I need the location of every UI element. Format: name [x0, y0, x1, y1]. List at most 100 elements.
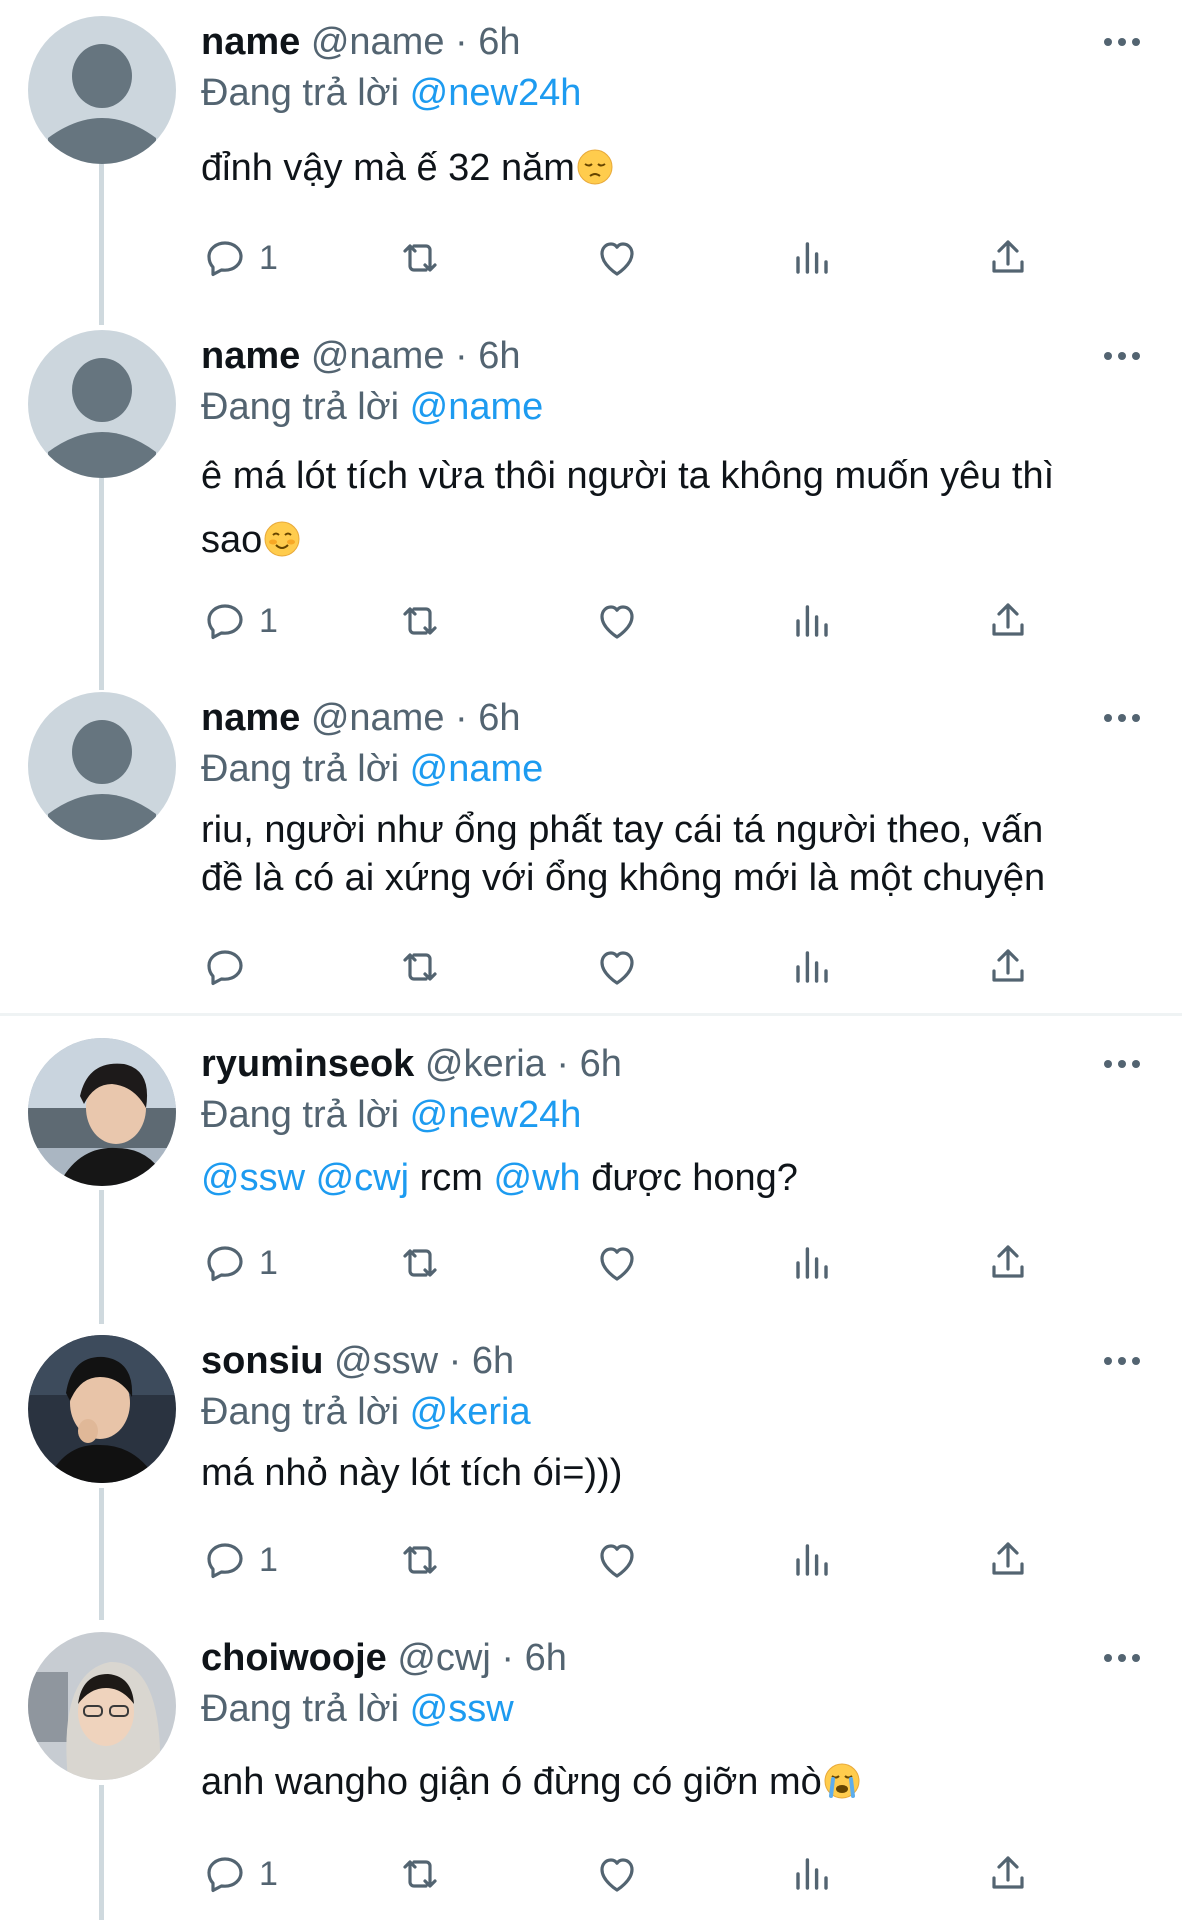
like-button[interactable]	[593, 1233, 641, 1293]
analytics-icon	[796, 1858, 828, 1890]
display-name[interactable]: ryuminseok	[201, 1043, 414, 1085]
tweet-text: @ssw @cwj rcm @wh được hong?	[201, 1157, 798, 1199]
reply-icon	[207, 950, 243, 985]
default-avatar[interactable]	[28, 692, 176, 840]
smiling-face-emoji	[263, 514, 301, 557]
share-icon	[992, 603, 1024, 636]
reply-button[interactable]: 1	[201, 1233, 278, 1293]
heart-icon	[600, 1247, 634, 1281]
reply-icon	[207, 1246, 243, 1281]
retweet-button[interactable]	[396, 1530, 444, 1590]
display-name[interactable]: name	[201, 21, 300, 63]
heart-icon	[600, 1544, 634, 1578]
replying-to: Đang trả lời @name	[201, 748, 544, 790]
reply-button[interactable]: 1	[201, 228, 278, 288]
reply-button[interactable]	[201, 937, 259, 997]
reply-button[interactable]: 1	[201, 1844, 278, 1904]
mention-link[interactable]: @name	[410, 386, 544, 428]
retweet-icon	[403, 607, 437, 635]
retweet-button[interactable]	[396, 1233, 444, 1293]
views-button[interactable]	[788, 591, 836, 651]
retweet-button[interactable]	[396, 591, 444, 651]
thread-line	[99, 163, 104, 325]
like-button[interactable]	[593, 1844, 641, 1904]
heart-icon	[600, 605, 634, 639]
views-button[interactable]	[788, 1844, 836, 1904]
default-avatar[interactable]	[28, 330, 176, 478]
more-options-icon[interactable]	[1102, 692, 1142, 744]
views-button[interactable]	[788, 228, 836, 288]
mention-link[interactable]: @ssw	[201, 1157, 305, 1199]
replying-to: Đang trả lời @new24h	[201, 72, 582, 114]
handle-and-time: @name · 6h	[310, 697, 521, 739]
views-button[interactable]	[788, 937, 836, 997]
tweet-header: name @name · 6h	[201, 16, 1142, 68]
display-name[interactable]: sonsiu	[201, 1340, 323, 1382]
tweet-actions	[201, 937, 1061, 997]
share-button[interactable]	[984, 591, 1032, 651]
handle-and-time: @ssw · 6h	[334, 1340, 515, 1382]
user-avatar-photo[interactable]	[28, 1632, 176, 1780]
share-button[interactable]	[984, 1233, 1032, 1293]
heart-icon	[600, 1858, 634, 1892]
tweet-actions: 1	[201, 591, 1061, 651]
retweet-icon	[403, 1860, 437, 1888]
thread-line	[99, 1785, 104, 1920]
tweet-header: name @name · 6h	[201, 330, 1142, 382]
user-avatar-photo[interactable]	[28, 1335, 176, 1483]
heart-icon	[600, 951, 634, 985]
tweet-text: má nhỏ này lót tích ói=)))	[201, 1452, 623, 1494]
reply-thread: name @name · 6h Đang trả lời @new24h đỉn…	[0, 0, 1182, 1920]
like-button[interactable]	[593, 591, 641, 651]
retweet-button[interactable]	[396, 937, 444, 997]
reply-button[interactable]: 1	[201, 1530, 278, 1590]
more-options-icon[interactable]	[1102, 1335, 1142, 1387]
more-options-icon[interactable]	[1102, 1632, 1142, 1684]
handle-and-time: @keria · 6h	[424, 1043, 622, 1085]
like-button[interactable]	[593, 937, 641, 997]
thread-line	[99, 1488, 104, 1620]
display-name[interactable]: name	[201, 335, 300, 377]
like-button[interactable]	[593, 1530, 641, 1590]
mention-link[interactable]: @new24h	[410, 72, 582, 114]
more-options-icon[interactable]	[1102, 1038, 1142, 1090]
analytics-icon	[796, 242, 828, 274]
mention-link[interactable]: @name	[410, 748, 544, 790]
display-name[interactable]: choiwooje	[201, 1637, 387, 1679]
retweet-button[interactable]	[396, 1844, 444, 1904]
replying-to: Đang trả lời @name	[201, 386, 544, 428]
more-options-icon[interactable]	[1102, 330, 1142, 382]
like-button[interactable]	[593, 228, 641, 288]
display-name[interactable]: name	[201, 697, 300, 739]
tweet-header: ryuminseok @keria · 6h	[201, 1038, 1142, 1090]
tweet-actions: 1	[201, 1844, 1061, 1904]
loudly-crying-face-emoji	[823, 1762, 861, 1800]
heart-icon	[600, 242, 634, 276]
mention-link[interactable]: @keria	[410, 1391, 531, 1433]
reply-icon	[207, 1857, 243, 1892]
mention-link[interactable]: @new24h	[410, 1094, 582, 1136]
retweet-button[interactable]	[396, 228, 444, 288]
mention-link[interactable]: @ssw	[410, 1688, 514, 1730]
user-avatar-photo[interactable]	[28, 1038, 176, 1186]
retweet-icon	[403, 953, 437, 981]
reply-button[interactable]: 1	[201, 591, 278, 651]
share-button[interactable]	[984, 228, 1032, 288]
more-options-icon[interactable]	[1102, 16, 1142, 68]
tweet-text: ê má lót tích vừa thôi người ta không mu…	[201, 455, 1055, 561]
handle-and-time: @name · 6h	[310, 21, 521, 63]
share-button[interactable]	[984, 1530, 1032, 1590]
views-button[interactable]	[788, 1530, 836, 1590]
share-icon	[992, 1542, 1024, 1575]
tweet-text: anh wangho giận ó đừng có giỡn mò	[201, 1758, 1142, 1806]
views-button[interactable]	[788, 1233, 836, 1293]
reply-icon	[207, 1543, 243, 1578]
share-button[interactable]	[984, 1844, 1032, 1904]
share-icon	[992, 1245, 1024, 1278]
mention-link[interactable]: @cwj	[316, 1157, 409, 1199]
share-button[interactable]	[984, 937, 1032, 997]
retweet-icon	[403, 244, 437, 272]
mention-link[interactable]: @wh	[494, 1157, 581, 1199]
replying-to: Đang trả lời @ssw	[201, 1688, 514, 1730]
default-avatar[interactable]	[28, 16, 176, 164]
